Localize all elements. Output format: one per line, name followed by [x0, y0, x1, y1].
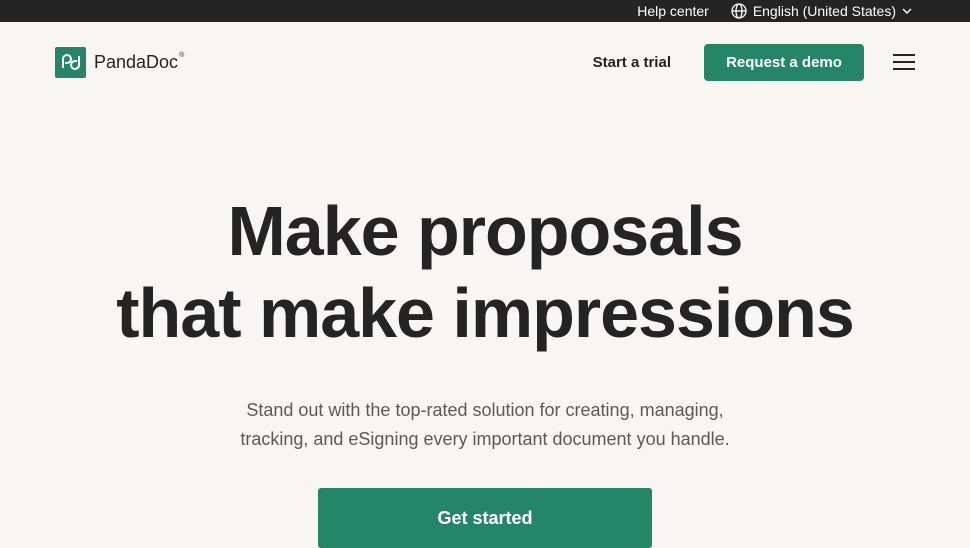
hero-subtext: Stand out with the top-rated solution fo…: [185, 396, 785, 454]
globe-icon: [731, 3, 747, 19]
headline-line-2: that make impressions: [116, 274, 855, 352]
hero-headline: Make proposals that make impressions: [0, 190, 970, 354]
language-label: English (United States): [752, 3, 896, 19]
start-trial-link[interactable]: Start a trial: [593, 54, 671, 71]
hero-section: Make proposals that make impressions Sta…: [0, 190, 970, 548]
headline-line-1: Make proposals: [227, 192, 743, 270]
request-demo-button[interactable]: Request a demo: [704, 43, 864, 81]
hamburger-menu-icon[interactable]: [893, 54, 915, 70]
header-actions: Start a trial Request a demo: [593, 43, 915, 81]
brand-name: PandaDoc®: [94, 51, 185, 72]
subtext-line-1: Stand out with the top-rated solution fo…: [246, 400, 724, 420]
get-started-button[interactable]: Get started: [318, 488, 652, 548]
subtext-line-2: tracking, and eSigning every important d…: [240, 429, 730, 449]
chevron-down-icon: [902, 8, 912, 14]
utility-bar: Help center English (United States): [0, 0, 970, 22]
help-center-link[interactable]: Help center: [637, 3, 709, 19]
pandadoc-logo[interactable]: PandaDoc®: [55, 46, 185, 78]
language-selector[interactable]: English (United States): [731, 3, 912, 19]
main-header: PandaDoc® Start a trial Request a demo: [0, 22, 970, 102]
pandadoc-logo-icon: [55, 46, 86, 78]
